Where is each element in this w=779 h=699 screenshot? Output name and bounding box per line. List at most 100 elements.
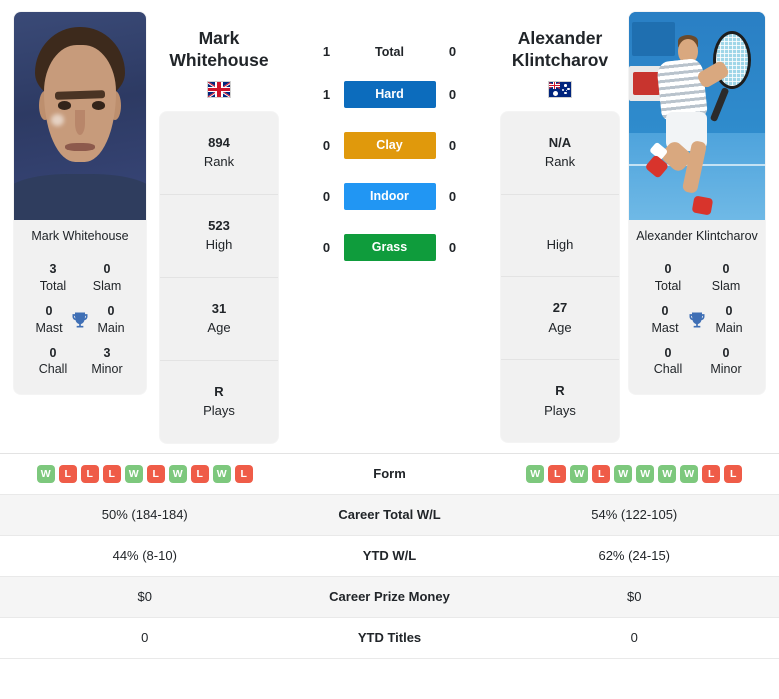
right-player-photo-caption: Alexander Klintcharov bbox=[629, 220, 765, 253]
h2h-left-value: 0 bbox=[322, 189, 331, 204]
form-badge-loss[interactable]: L bbox=[234, 464, 253, 483]
h2h-left-value: 1 bbox=[322, 87, 331, 102]
info-label: Rank bbox=[544, 154, 576, 170]
h2h-right-value: 0 bbox=[448, 87, 457, 102]
title-value: 0 bbox=[664, 345, 672, 360]
info-cell-rank: N/A Rank bbox=[501, 112, 619, 195]
left-form-badges: WLLLWLWLWL bbox=[0, 464, 290, 483]
head-to-head-comparison: Mark Whitehouse 3 Total 0 Slam 0 Mast 0 … bbox=[0, 0, 779, 443]
info-cell-age: 27 Age bbox=[501, 277, 619, 361]
info-value: 27 bbox=[552, 300, 568, 316]
trophy-icon bbox=[70, 310, 90, 330]
right-player-titles-grid: 0 Total 0 Slam 0 Mast 0 Main 0 Chall 0 M… bbox=[629, 253, 765, 395]
h2h-left-value: 0 bbox=[322, 138, 331, 153]
form-badge-win[interactable]: W bbox=[570, 464, 589, 483]
form-badge-win[interactable]: W bbox=[526, 464, 545, 483]
form-badge-loss[interactable]: L bbox=[702, 464, 721, 483]
form-badge-win[interactable]: W bbox=[36, 464, 55, 483]
title-label: Slam bbox=[92, 278, 122, 293]
info-cell-high: High bbox=[501, 195, 619, 278]
comparison-stats-table: WLLLWLWLWL Form WLWLWWWWLL 50% (184-184)… bbox=[0, 452, 779, 659]
h2h-right-value: 0 bbox=[448, 240, 457, 255]
titles-row: 0 Chall 0 Minor bbox=[637, 339, 757, 381]
title-label: Main bbox=[715, 320, 743, 335]
title-stat: 0 Slam bbox=[82, 261, 132, 295]
row-label: Career Total W/L bbox=[338, 507, 441, 523]
form-badge-loss[interactable]: L bbox=[592, 464, 611, 483]
form-badge-win[interactable]: W bbox=[124, 464, 143, 483]
title-label: Minor bbox=[91, 362, 123, 377]
right-player-flag-wrap bbox=[501, 80, 619, 98]
title-stat: 0 Minor bbox=[701, 345, 751, 379]
info-label: Age bbox=[207, 320, 231, 336]
info-value: 523 bbox=[208, 217, 230, 233]
form-badge-win[interactable]: W bbox=[636, 464, 655, 483]
form-badge-loss[interactable]: L bbox=[724, 464, 743, 483]
right-form-cell: WLWLWWWWLL bbox=[490, 464, 779, 483]
form-badge-loss[interactable]: L bbox=[146, 464, 165, 483]
info-value: N/A bbox=[548, 134, 572, 150]
title-value: 0 bbox=[103, 262, 111, 276]
right-player-name-line2: Klintcharov bbox=[511, 49, 609, 70]
right-player-photo bbox=[629, 12, 765, 220]
form-badge-loss[interactable]: L bbox=[80, 464, 99, 483]
left-player-card-inner: Mark Whitehouse 3 Total 0 Slam 0 Mast 0 … bbox=[14, 12, 146, 395]
left-player-name-line1: Mark bbox=[198, 28, 240, 48]
info-label: Age bbox=[548, 319, 572, 335]
h2h-row-clay: 0 Clay 0 bbox=[284, 120, 495, 171]
title-value: 0 bbox=[45, 303, 53, 318]
h2h-right-value: 0 bbox=[448, 138, 457, 153]
left-value: 0 bbox=[141, 630, 149, 646]
title-value: 0 bbox=[661, 303, 669, 318]
right-player-card-inner: Alexander Klintcharov 0 Total 0 Slam 0 M… bbox=[629, 12, 765, 395]
left-player-name-line2: Whitehouse bbox=[169, 49, 269, 70]
title-value: 0 bbox=[722, 262, 730, 276]
table-row-form: WLLLWLWLWL Form WLWLWWWWLL bbox=[0, 454, 779, 495]
surface-badge-indoor[interactable]: Indoor bbox=[343, 183, 436, 210]
title-stat: 0 Mast bbox=[643, 303, 687, 337]
info-cell-age: 31 Age bbox=[160, 278, 278, 361]
row-label: YTD W/L bbox=[362, 548, 417, 564]
info-value: R bbox=[555, 383, 565, 399]
form-badge-win[interactable]: W bbox=[614, 464, 633, 483]
form-badge-loss[interactable]: L bbox=[190, 464, 209, 483]
title-value: 0 bbox=[725, 303, 733, 318]
form-badge-loss[interactable]: L bbox=[548, 464, 567, 483]
info-value bbox=[505, 216, 615, 235]
info-cell-high: 523 High bbox=[160, 195, 278, 278]
left-player-info-column: Mark Whitehouse 894 Rank 523 High 31 Age bbox=[160, 12, 278, 443]
surface-badge-hard[interactable]: Hard bbox=[343, 81, 436, 108]
left-form-cell: WLLLWLWLWL bbox=[0, 464, 290, 483]
form-badge-win[interactable]: W bbox=[212, 464, 231, 483]
h2h-row-grass: 0 Grass 0 bbox=[284, 222, 495, 273]
info-value: 894 bbox=[208, 134, 230, 150]
h2h-right-value: 0 bbox=[448, 189, 457, 204]
titles-row: 3 Total 0 Slam bbox=[22, 255, 138, 297]
h2h-row-hard: 1 Hard 0 bbox=[284, 69, 495, 120]
info-cell-rank: 894 Rank bbox=[160, 112, 278, 195]
form-badge-loss[interactable]: L bbox=[102, 464, 121, 483]
surface-badge-clay[interactable]: Clay bbox=[343, 132, 436, 159]
form-badge-win[interactable]: W bbox=[168, 464, 187, 483]
left-value: $0 bbox=[137, 589, 152, 605]
title-value: 0 bbox=[107, 303, 115, 318]
title-stat: 0 Main bbox=[707, 303, 751, 337]
left-player-card: Mark Whitehouse 3 Total 0 Slam 0 Mast 0 … bbox=[0, 12, 160, 395]
right-value: $0 bbox=[627, 589, 642, 605]
form-badge-loss[interactable]: L bbox=[58, 464, 77, 483]
title-label: Mast bbox=[651, 320, 679, 335]
title-value: 0 bbox=[664, 262, 672, 276]
title-stat: 0 Chall bbox=[643, 345, 693, 379]
left-player-photo-caption: Mark Whitehouse bbox=[14, 220, 146, 253]
info-label: High bbox=[205, 237, 233, 253]
surface-breakdown-column: 1 Total 0 1 Hard 0 0 Clay 0 0 Indoor 0 0… bbox=[278, 12, 501, 273]
form-badge-win[interactable]: W bbox=[658, 464, 677, 483]
titles-row: 0 Mast 0 Main bbox=[22, 297, 138, 339]
right-player-info-column: Alexander Klintcharov N/A Rank High 27 A… bbox=[501, 12, 619, 443]
form-badge-win[interactable]: W bbox=[680, 464, 699, 483]
row-label: Form bbox=[373, 466, 406, 482]
surface-badge-grass[interactable]: Grass bbox=[343, 234, 436, 261]
titles-row: 0 Chall 3 Minor bbox=[22, 339, 138, 381]
title-stat: 0 Chall bbox=[28, 345, 78, 379]
left-player-photo bbox=[14, 12, 146, 220]
